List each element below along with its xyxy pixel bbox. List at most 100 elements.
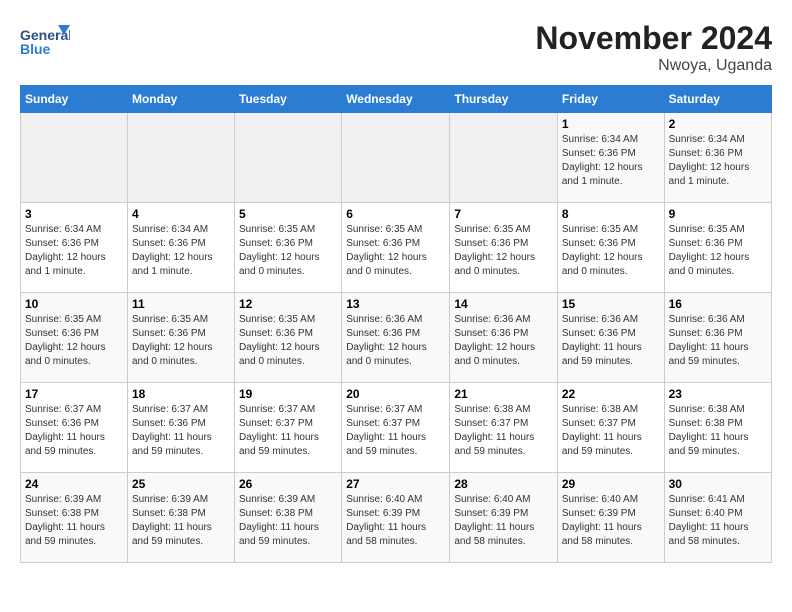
day-info: Sunrise: 6:40 AM Sunset: 6:39 PM Dayligh…: [346, 493, 445, 549]
weekday-header-row: SundayMondayTuesdayWednesdayThursdayFrid…: [21, 86, 772, 113]
calendar-cell: 22 Sunrise: 6:38 AM Sunset: 6:37 PM Dayli…: [557, 383, 664, 473]
calendar-cell: 29 Sunrise: 6:40 AM Sunset: 6:39 PM Dayli…: [557, 473, 664, 563]
day-number: 3: [25, 207, 123, 221]
day-info: Sunrise: 6:37 AM Sunset: 6:36 PM Dayligh…: [25, 403, 123, 459]
day-info: Sunrise: 6:36 AM Sunset: 6:36 PM Dayligh…: [454, 313, 553, 369]
calendar-cell: 2 Sunrise: 6:34 AM Sunset: 6:36 PM Daylig…: [664, 113, 771, 203]
calendar-cell: [235, 113, 342, 203]
calendar-cell: 9 Sunrise: 6:35 AM Sunset: 6:36 PM Daylig…: [664, 203, 771, 293]
calendar-cell: 5 Sunrise: 6:35 AM Sunset: 6:36 PM Daylig…: [235, 203, 342, 293]
calendar-cell: [21, 113, 128, 203]
day-info: Sunrise: 6:37 AM Sunset: 6:36 PM Dayligh…: [132, 403, 230, 459]
calendar-cell: [342, 113, 450, 203]
title-block: November 2024 Nwoya, Uganda: [535, 20, 772, 75]
day-info: Sunrise: 6:40 AM Sunset: 6:39 PM Dayligh…: [562, 493, 660, 549]
day-info: Sunrise: 6:34 AM Sunset: 6:36 PM Dayligh…: [669, 133, 767, 189]
calendar-cell: 18 Sunrise: 6:37 AM Sunset: 6:36 PM Dayli…: [127, 383, 234, 473]
day-number: 5: [239, 207, 337, 221]
day-info: Sunrise: 6:35 AM Sunset: 6:36 PM Dayligh…: [239, 313, 337, 369]
day-number: 15: [562, 297, 660, 311]
day-info: Sunrise: 6:35 AM Sunset: 6:36 PM Dayligh…: [25, 313, 123, 369]
weekday-header: Sunday: [21, 86, 128, 113]
calendar-table: SundayMondayTuesdayWednesdayThursdayFrid…: [20, 85, 772, 563]
day-info: Sunrise: 6:37 AM Sunset: 6:37 PM Dayligh…: [239, 403, 337, 459]
day-number: 11: [132, 297, 230, 311]
day-info: Sunrise: 6:39 AM Sunset: 6:38 PM Dayligh…: [132, 493, 230, 549]
calendar-cell: 25Sunrise: 6:39 AM Sunset: 6:38 PM Dayli…: [127, 473, 234, 563]
day-info: Sunrise: 6:34 AM Sunset: 6:36 PM Dayligh…: [132, 223, 230, 279]
calendar-cell: 7 Sunrise: 6:35 AM Sunset: 6:36 PM Daylig…: [450, 203, 558, 293]
day-info: Sunrise: 6:35 AM Sunset: 6:36 PM Dayligh…: [669, 223, 767, 279]
calendar-cell: 17 Sunrise: 6:37 AM Sunset: 6:36 PM Dayli…: [21, 383, 128, 473]
day-info: Sunrise: 6:38 AM Sunset: 6:37 PM Dayligh…: [562, 403, 660, 459]
day-number: 7: [454, 207, 553, 221]
day-info: Sunrise: 6:36 AM Sunset: 6:36 PM Dayligh…: [562, 313, 660, 369]
day-number: 29: [562, 477, 660, 491]
calendar-cell: 10 Sunrise: 6:35 AM Sunset: 6:36 PM Dayli…: [21, 293, 128, 383]
logo-icon: General Blue: [20, 20, 70, 60]
calendar-cell: 15 Sunrise: 6:36 AM Sunset: 6:36 PM Dayli…: [557, 293, 664, 383]
day-info: Sunrise: 6:35 AM Sunset: 6:36 PM Dayligh…: [562, 223, 660, 279]
day-number: 18: [132, 387, 230, 401]
page-header: General Blue November 2024 Nwoya, Uganda: [20, 20, 772, 75]
calendar-cell: 14 Sunrise: 6:36 AM Sunset: 6:36 PM Dayli…: [450, 293, 558, 383]
day-number: 23: [669, 387, 767, 401]
logo: General Blue: [20, 20, 75, 60]
weekday-header: Thursday: [450, 86, 558, 113]
calendar-cell: 26 Sunrise: 6:39 AM Sunset: 6:38 PM Dayli…: [235, 473, 342, 563]
day-info: Sunrise: 6:36 AM Sunset: 6:36 PM Dayligh…: [669, 313, 767, 369]
calendar-week-row: 1 Sunrise: 6:34 AM Sunset: 6:36 PM Daylig…: [21, 113, 772, 203]
calendar-cell: 1 Sunrise: 6:34 AM Sunset: 6:36 PM Daylig…: [557, 113, 664, 203]
day-number: 4: [132, 207, 230, 221]
calendar-cell: 3 Sunrise: 6:34 AM Sunset: 6:36 PM Daylig…: [21, 203, 128, 293]
day-info: Sunrise: 6:38 AM Sunset: 6:38 PM Dayligh…: [669, 403, 767, 459]
calendar-cell: 24 Sunrise: 6:39 AM Sunset: 6:38 PM Dayli…: [21, 473, 128, 563]
day-info: Sunrise: 6:34 AM Sunset: 6:36 PM Dayligh…: [25, 223, 123, 279]
day-number: 6: [346, 207, 445, 221]
calendar-cell: 4 Sunrise: 6:34 AM Sunset: 6:36 PM Daylig…: [127, 203, 234, 293]
day-number: 21: [454, 387, 553, 401]
calendar-cell: 11 Sunrise: 6:35 AM Sunset: 6:36 PM Dayli…: [127, 293, 234, 383]
day-info: Sunrise: 6:35 AM Sunset: 6:36 PM Dayligh…: [346, 223, 445, 279]
day-number: 9: [669, 207, 767, 221]
day-info: Sunrise: 6:35 AM Sunset: 6:36 PM Dayligh…: [239, 223, 337, 279]
calendar-cell: 23 Sunrise: 6:38 AM Sunset: 6:38 PM Dayli…: [664, 383, 771, 473]
day-number: 26: [239, 477, 337, 491]
day-info: Sunrise: 6:34 AM Sunset: 6:36 PM Dayligh…: [562, 133, 660, 189]
calendar-cell: 30Sunrise: 6:41 AM Sunset: 6:40 PM Dayli…: [664, 473, 771, 563]
day-info: Sunrise: 6:36 AM Sunset: 6:36 PM Dayligh…: [346, 313, 445, 369]
page-subtitle: Nwoya, Uganda: [535, 57, 772, 75]
day-number: 24: [25, 477, 123, 491]
calendar-cell: 21 Sunrise: 6:38 AM Sunset: 6:37 PM Dayli…: [450, 383, 558, 473]
day-number: 1: [562, 117, 660, 131]
weekday-header: Saturday: [664, 86, 771, 113]
page-title: November 2024: [535, 20, 772, 57]
day-number: 2: [669, 117, 767, 131]
calendar-cell: [127, 113, 234, 203]
day-number: 12: [239, 297, 337, 311]
svg-text:Blue: Blue: [20, 41, 51, 57]
day-number: 19: [239, 387, 337, 401]
calendar-week-row: 17 Sunrise: 6:37 AM Sunset: 6:36 PM Dayli…: [21, 383, 772, 473]
weekday-header: Tuesday: [235, 86, 342, 113]
day-number: 30: [669, 477, 767, 491]
calendar-cell: 12 Sunrise: 6:35 AM Sunset: 6:36 PM Dayli…: [235, 293, 342, 383]
weekday-header: Friday: [557, 86, 664, 113]
day-number: 22: [562, 387, 660, 401]
calendar-cell: 27Sunrise: 6:40 AM Sunset: 6:39 PM Dayli…: [342, 473, 450, 563]
day-info: Sunrise: 6:38 AM Sunset: 6:37 PM Dayligh…: [454, 403, 553, 459]
calendar-cell: 28 Sunrise: 6:40 AM Sunset: 6:39 PM Dayli…: [450, 473, 558, 563]
day-number: 14: [454, 297, 553, 311]
day-info: Sunrise: 6:40 AM Sunset: 6:39 PM Dayligh…: [454, 493, 553, 549]
day-number: 17: [25, 387, 123, 401]
day-info: Sunrise: 6:39 AM Sunset: 6:38 PM Dayligh…: [25, 493, 123, 549]
calendar-cell: 16Sunrise: 6:36 AM Sunset: 6:36 PM Dayli…: [664, 293, 771, 383]
day-info: Sunrise: 6:39 AM Sunset: 6:38 PM Dayligh…: [239, 493, 337, 549]
day-info: Sunrise: 6:35 AM Sunset: 6:36 PM Dayligh…: [132, 313, 230, 369]
day-number: 28: [454, 477, 553, 491]
day-number: 8: [562, 207, 660, 221]
calendar-week-row: 10 Sunrise: 6:35 AM Sunset: 6:36 PM Dayli…: [21, 293, 772, 383]
day-info: Sunrise: 6:35 AM Sunset: 6:36 PM Dayligh…: [454, 223, 553, 279]
calendar-cell: 20Sunrise: 6:37 AM Sunset: 6:37 PM Dayli…: [342, 383, 450, 473]
day-number: 10: [25, 297, 123, 311]
